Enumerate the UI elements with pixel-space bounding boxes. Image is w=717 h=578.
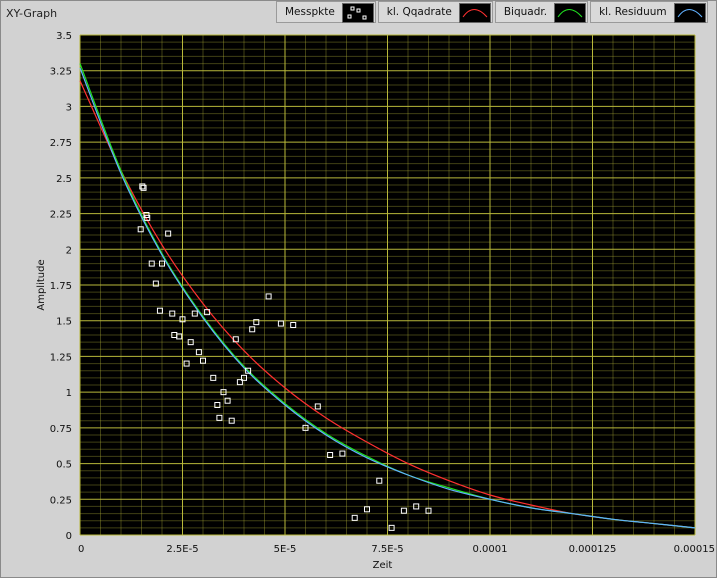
y-tick-label: 1.75 [50,281,72,292]
y-tick-label: 2.5 [56,174,72,185]
y-tick-label: 0 [66,531,72,542]
y-tick-label: 2.25 [50,210,72,221]
y-tick-label: 2.75 [50,138,72,149]
x-tick-label: 5E-5 [274,544,297,555]
y-axis-label: Amplitude [36,259,47,310]
x-tick-label: 0.0001 [473,544,508,555]
x-tick-label: 0.000125 [569,544,617,555]
y-tick-label: 2 [66,245,72,256]
x-tick-label: 0 [78,544,84,555]
y-tick-label: 3.25 [50,67,72,78]
y-tick-label: 0.25 [50,495,72,506]
y-tick-label: 1.25 [50,352,72,363]
x-axis-tick-labels: 0 2.5E-5 5E-5 7.5E-5 0.0001 0.000125 0.00015 [78,544,715,555]
y-tick-label: 1 [66,388,72,399]
y-tick-label: 3.5 [56,31,72,42]
y-tick-label: 1.5 [56,317,72,328]
x-tick-label: 7.5E-5 [371,544,403,555]
y-axis-tick-labels: 0 0.25 0.5 0.75 1 1.25 1.5 1.75 2 2.25 2.5 2.75 3 3.2… [50,31,72,542]
y-tick-label: 0.5 [56,460,72,471]
x-tick-label: 0.00015 [674,544,715,555]
y-tick-label: 3 [66,102,72,113]
x-tick-label: 2.5E-5 [166,544,198,555]
y-tick-label: 0.75 [50,424,72,435]
xy-graph-chart: 0 2.5E-5 5E-5 7.5E-5 0.0001 0.000125 0.00015 0… [36,31,715,571]
x-axis-label: Zeit [373,560,393,571]
